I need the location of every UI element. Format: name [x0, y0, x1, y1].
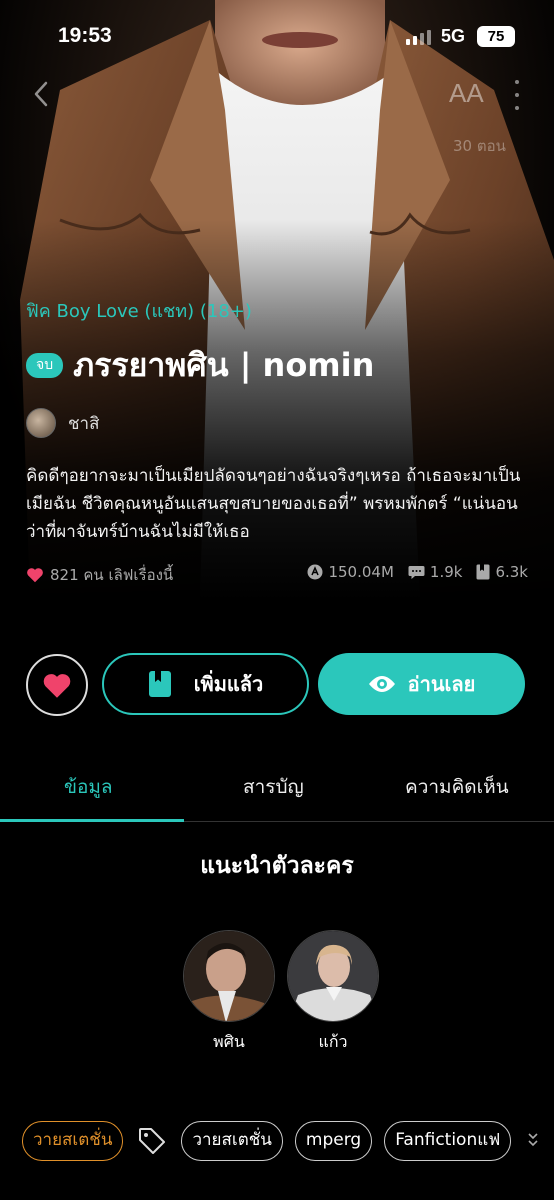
author-row[interactable]: ชาสิ: [26, 408, 99, 438]
tag-list: วายสเตชั่น วายสเตชั่น mperg Fanfictionแฟ: [22, 1120, 512, 1162]
character-card[interactable]: พศิน: [183, 930, 275, 1055]
characters-title: แนะนำตัวละคร: [200, 853, 354, 879]
added-label: เพิ่มแล้ว: [193, 672, 264, 696]
author-avatar[interactable]: [26, 408, 56, 438]
character-avatar[interactable]: [287, 930, 379, 1022]
bookmarks-stat: 6.3k: [476, 563, 528, 581]
tag-icon: [135, 1124, 169, 1158]
author-name[interactable]: ชาสิ: [68, 410, 99, 437]
comments-count: 1.9k: [429, 563, 463, 581]
tag-chip[interactable]: วายสเตชั่น: [181, 1121, 283, 1161]
tab-bar: ข้อมูล สารบัญ ความคิดเห็น: [0, 768, 554, 822]
back-icon[interactable]: [30, 80, 52, 108]
comments-stat: 1.9k: [408, 563, 463, 581]
status-time: 19:53: [58, 24, 112, 47]
story-title: ภรรยาพศิน | nomin: [73, 346, 375, 384]
episode-count: 30 ตอน: [453, 137, 506, 155]
heart-icon: [27, 568, 43, 583]
story-synopsis[interactable]: คิดดีๆอยากจะมาเป็นเมียปลัดจนๆอย่างฉันจริ…: [26, 462, 531, 546]
character-card[interactable]: แก้ว: [287, 930, 379, 1055]
tab-contents[interactable]: สารบัญ: [243, 772, 304, 802]
status-bar: 19:53 5G 75: [0, 18, 554, 58]
bookmarks-count: 6.3k: [495, 563, 528, 581]
network-type: 5G: [441, 26, 466, 46]
bookmark-icon: [476, 564, 490, 580]
likes-count: 821 คน เลิฟเรื่องนี้: [50, 566, 174, 584]
tab-info[interactable]: ข้อมูล: [64, 772, 113, 802]
book-icon: [148, 671, 171, 697]
add-to-library-button[interactable]: เพิ่มแล้ว: [102, 653, 309, 715]
comment-icon: [408, 565, 425, 579]
tag-chip[interactable]: วายสเตชั่น: [22, 1121, 124, 1161]
likes-stat: 821 คน เลิฟเรื่องนี้: [26, 563, 173, 587]
read-now-button[interactable]: อ่านเลย: [318, 653, 525, 715]
chevron-down-icon[interactable]: [526, 1130, 540, 1150]
signal-icon: [406, 30, 431, 45]
tab-indicator: [0, 819, 184, 822]
character-name: แก้ว: [318, 1032, 348, 1051]
title-row: จบ ภรรยาพศิน | nomin: [26, 340, 374, 391]
tab-comments[interactable]: ความคิดเห็น: [405, 772, 509, 802]
battery-icon: 75: [477, 26, 515, 47]
view-icon: [307, 564, 323, 580]
read-label: อ่านเลย: [407, 672, 476, 696]
status-badge: จบ: [26, 353, 64, 378]
heart-icon: [43, 673, 71, 698]
genre-label[interactable]: ฟิค Boy Love (แชท) (18+): [26, 296, 252, 325]
views-count: 150.04M: [328, 563, 394, 581]
story-stats: 821 คน เลิฟเรื่องนี้ 150.04M 1.9k 6.3k: [26, 563, 528, 585]
character-name: พศิน: [213, 1032, 245, 1051]
like-button[interactable]: [26, 654, 88, 716]
font-size-icon[interactable]: AA: [449, 78, 484, 109]
character-avatar[interactable]: [183, 930, 275, 1022]
tag-chip[interactable]: mperg: [294, 1121, 373, 1161]
more-icon[interactable]: [510, 80, 524, 110]
views-stat: 150.04M: [307, 563, 394, 581]
tag-chip[interactable]: Fanfictionแฟ: [384, 1121, 512, 1161]
eye-icon: [368, 676, 395, 692]
